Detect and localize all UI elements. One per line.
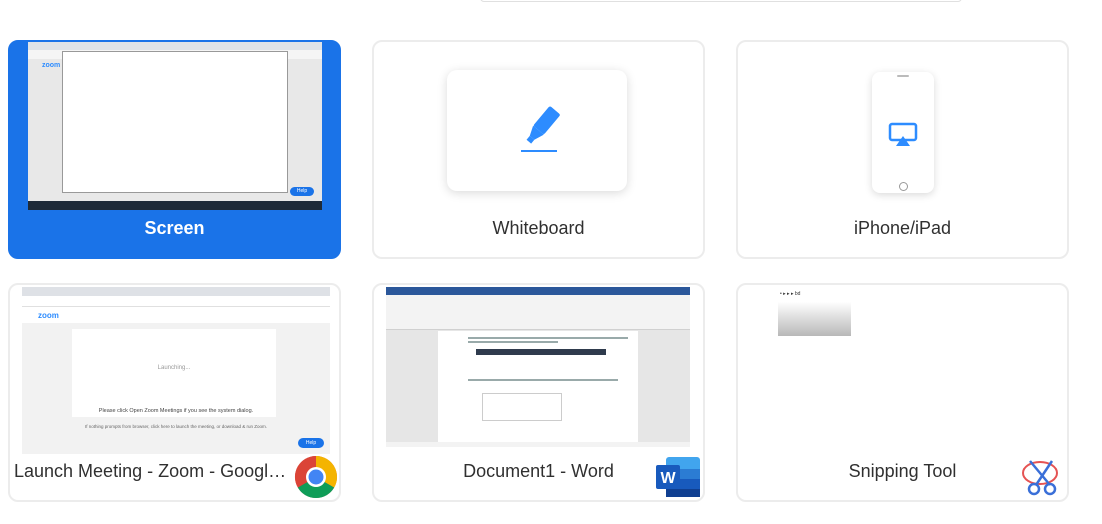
dialog-preview <box>62 51 288 193</box>
chrome-icon <box>294 456 338 499</box>
share-option-launch-meeting[interactable]: zoom Launching... Please click Open Zoom… <box>8 283 341 502</box>
share-option-label: Screen <box>144 218 205 238</box>
screen-preview: zoom Help <box>28 42 322 210</box>
airplay-icon <box>888 122 918 146</box>
help-badge: Help <box>298 438 324 448</box>
zoom-logo: zoom <box>38 311 59 320</box>
top-search-edge <box>480 0 962 2</box>
share-option-word-document[interactable]: Document1 - Word W <box>372 283 705 502</box>
share-option-screen[interactable]: zoom Help Screen <box>8 40 341 259</box>
zoom-logo: zoom <box>42 62 61 69</box>
svg-text:W: W <box>660 470 676 487</box>
word-preview <box>386 287 690 447</box>
taskbar-preview <box>28 201 322 210</box>
help-badge: Help <box>290 187 314 196</box>
share-option-label: Launch Meeting - Zoom - Google... <box>14 461 291 481</box>
share-option-iphone-ipad[interactable]: iPhone/iPad <box>736 40 1069 259</box>
browser-preview: zoom Launching... Please click Open Zoom… <box>22 287 330 454</box>
whiteboard-card <box>447 70 627 191</box>
snipping-tool-icon <box>1022 460 1058 496</box>
snipping-preview: • ▸ ▸ ▸ bd <box>778 287 851 336</box>
share-option-label: Whiteboard <box>492 218 585 238</box>
share-option-snipping-tool[interactable]: • ▸ ▸ ▸ bd Snipping Tool <box>736 283 1069 502</box>
share-option-label: iPhone/iPad <box>853 218 952 238</box>
share-option-label: Snipping Tool <box>848 461 957 481</box>
highlighter-icon <box>521 106 560 152</box>
word-icon: W <box>656 457 700 497</box>
phone-icon <box>872 72 934 193</box>
home-button <box>899 182 908 191</box>
share-option-whiteboard[interactable]: Whiteboard <box>372 40 705 259</box>
